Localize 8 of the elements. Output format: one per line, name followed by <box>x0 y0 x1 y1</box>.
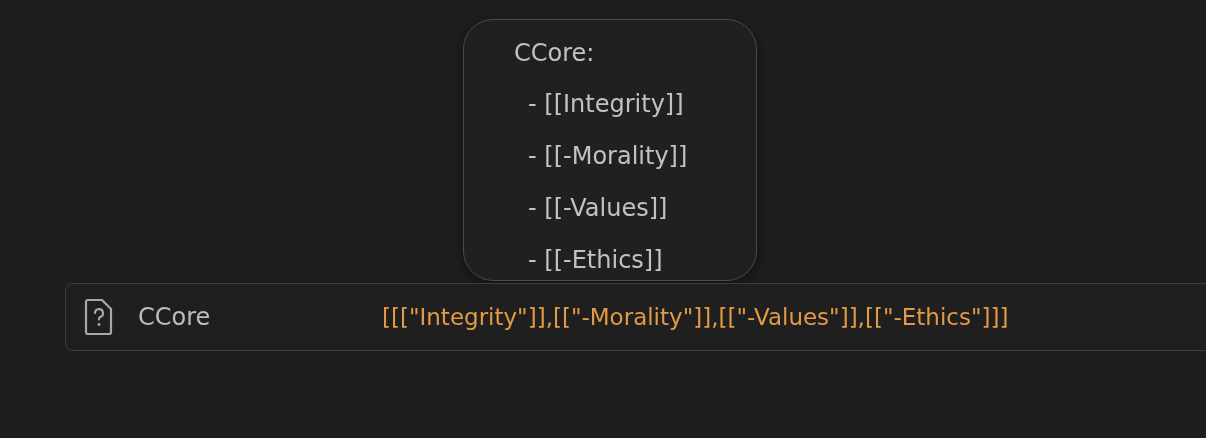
unknown-file-icon <box>84 298 114 336</box>
list-item: - [[Integrity]] <box>527 89 685 120</box>
list-item: - [[-Ethics]] <box>527 245 664 276</box>
preview-title: CCore: <box>514 38 596 69</box>
list-item: - [[-Values]] <box>527 193 669 224</box>
property-name: CCore <box>138 303 212 331</box>
list-item: - [[-Morality]] <box>527 141 689 172</box>
property-value: [[["Integrity"]],[["-Morality"]],[["-Values"]],[["-Ethics"]]] <box>382 304 1009 330</box>
